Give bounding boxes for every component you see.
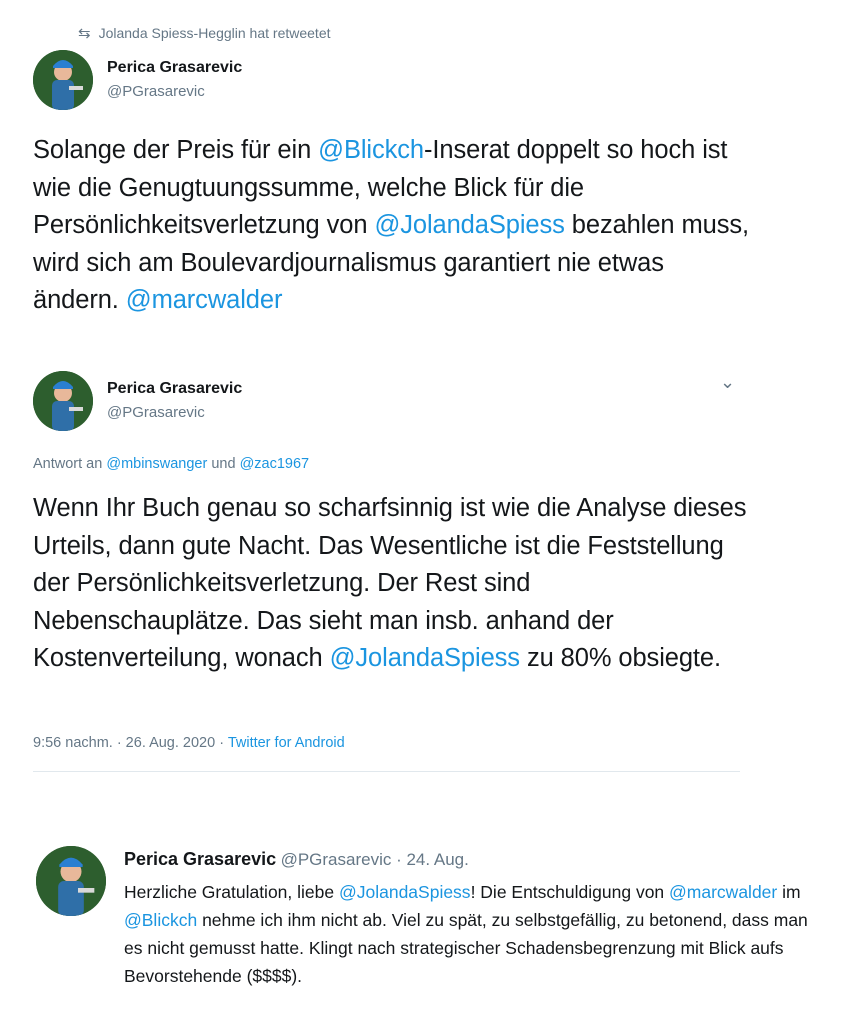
tweet-text: Solange der Preis für ein @Blickch-Inser… bbox=[33, 132, 753, 320]
reply-prefix: Antwort an bbox=[33, 456, 107, 472]
text-segment: Solange der Preis für ein bbox=[33, 136, 319, 164]
mention-link[interactable]: @Blickch bbox=[124, 910, 197, 930]
text-segment: ! Die Entschuldigung von bbox=[470, 882, 670, 902]
mention-link[interactable]: @mbinswanger bbox=[106, 456, 207, 472]
avatar[interactable] bbox=[33, 371, 93, 431]
mention-link[interactable]: @zac1967 bbox=[240, 456, 310, 472]
mention-link[interactable]: @JolandaSpiess bbox=[330, 644, 520, 672]
mention-link[interactable]: @marcwalder bbox=[669, 882, 777, 902]
avatar-image bbox=[33, 50, 93, 110]
avatar-image bbox=[33, 371, 93, 431]
avatar[interactable] bbox=[36, 846, 106, 916]
divider bbox=[33, 771, 740, 772]
tweet-text: Herzliche Gratulation, liebe @JolandaSpi… bbox=[124, 878, 824, 990]
text-segment: zu 80% obsiegte. bbox=[519, 644, 721, 672]
author-name[interactable]: Perica Grasarevic bbox=[107, 59, 242, 77]
reply-context: Antwort an @mbinswanger und @zac1967 bbox=[33, 456, 309, 472]
retweet-icon: ⇆ bbox=[78, 25, 91, 42]
retweet-label[interactable]: Jolanda Spiess-Hegglin hat retweetet bbox=[99, 25, 331, 41]
avatar-image bbox=[36, 846, 106, 916]
author-handle[interactable]: @PGrasarevic bbox=[107, 404, 205, 421]
mention-link[interactable]: @Blickch bbox=[318, 136, 424, 164]
chevron-down-icon[interactable]: ⌄ bbox=[720, 372, 735, 393]
mention-link[interactable]: @marcwalder bbox=[126, 286, 283, 314]
author-name[interactable]: Perica Grasarevic bbox=[107, 380, 242, 398]
reply-and: und bbox=[207, 456, 240, 472]
mention-link[interactable]: @JolandaSpiess bbox=[339, 882, 471, 902]
retweet-header: ⇆ Jolanda Spiess-Hegglin hat retweetet bbox=[78, 24, 331, 42]
tweet-text: Wenn Ihr Buch genau so scharfsinnig ist … bbox=[33, 490, 753, 678]
text-segment: Herzliche Gratulation, liebe bbox=[124, 882, 339, 902]
tweet-header: Perica Grasarevic @PGrasarevic · 24. Aug… bbox=[124, 849, 469, 870]
source-link[interactable]: Twitter for Android bbox=[228, 735, 345, 751]
timestamp[interactable]: 9:56 nachm. · 26. Aug. 2020 · bbox=[33, 735, 228, 751]
mention-link[interactable]: @JolandaSpiess bbox=[374, 211, 564, 239]
text-segment: im bbox=[777, 882, 801, 902]
author-handle[interactable]: @PGrasarevic bbox=[107, 83, 205, 100]
avatar[interactable] bbox=[33, 50, 93, 110]
text-segment: nehme ich ihm nicht ab. Viel zu spät, zu… bbox=[124, 910, 808, 986]
tweet-meta: 9:56 nachm. · 26. Aug. 2020 · Twitter fo… bbox=[33, 735, 345, 751]
author-name[interactable]: Perica Grasarevic bbox=[124, 849, 276, 869]
author-handle-date[interactable]: @PGrasarevic · 24. Aug. bbox=[281, 850, 469, 869]
